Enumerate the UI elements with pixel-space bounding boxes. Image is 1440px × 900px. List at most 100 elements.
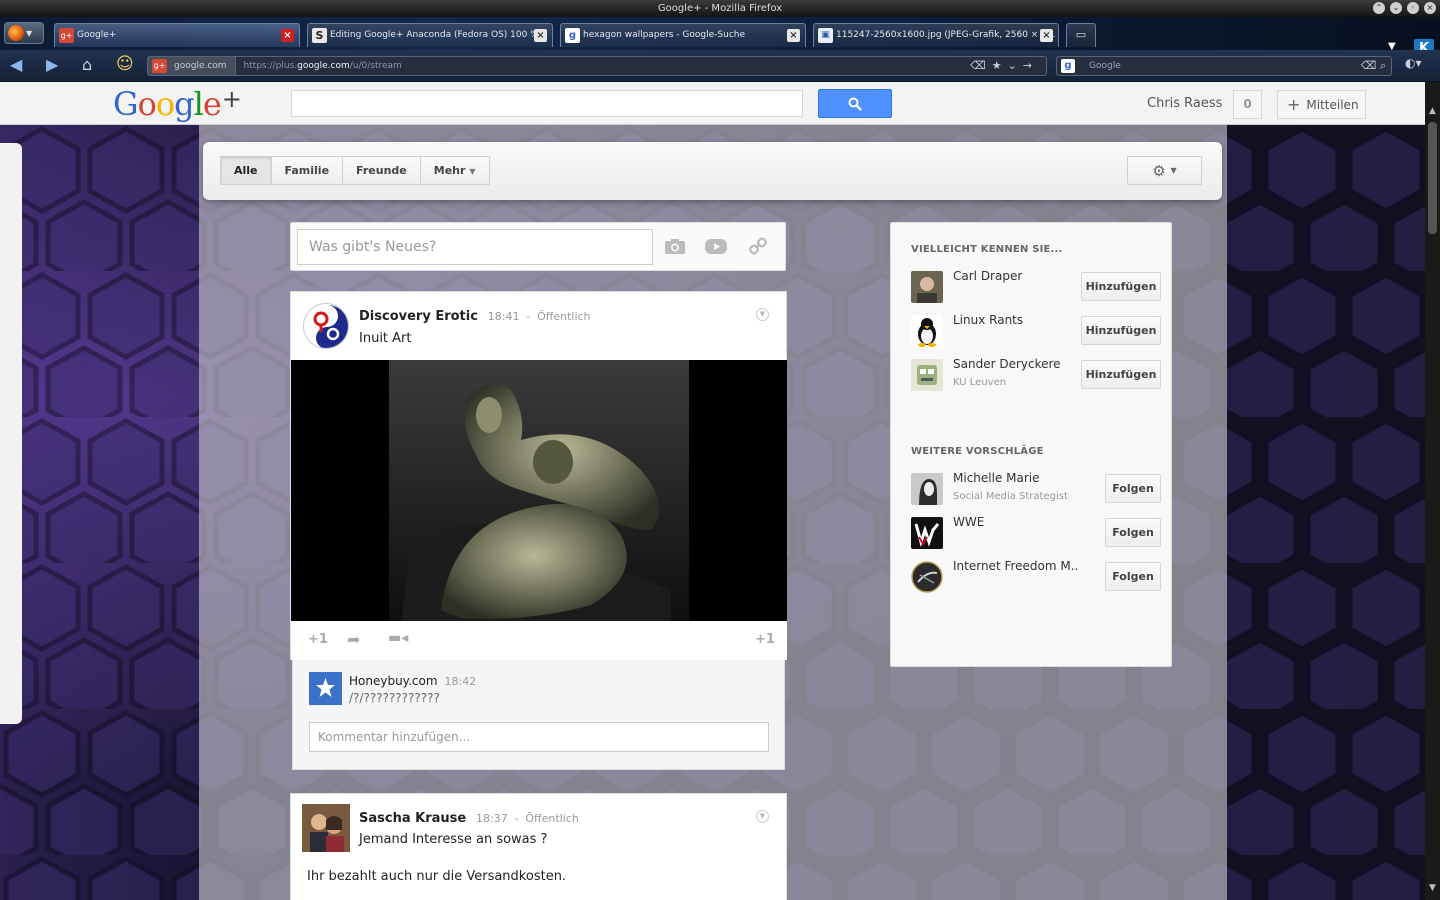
window-shade-icon[interactable]: ⌃ [1373, 2, 1385, 14]
share-button[interactable]: + Mitteilen [1277, 90, 1366, 119]
post-visibility[interactable]: Öffentlich [525, 812, 578, 825]
avatar[interactable] [911, 473, 943, 505]
web-search-box[interactable]: g Google ⌫ ⌕ [1056, 56, 1392, 76]
suggestion-name[interactable]: Michelle Marie [953, 471, 1078, 485]
add-to-circles-button[interactable]: Hinzufügen [1081, 316, 1161, 345]
scroll-down-icon[interactable]: ▼ [1425, 881, 1440, 896]
share-box: Was gibt's Neues? [290, 222, 786, 271]
go-arrow-icon[interactable]: → [1023, 59, 1038, 72]
scroll-up-icon[interactable]: ▲ [1425, 104, 1440, 119]
comments-section: Honeybuy.com 18:42 /?/???????????? Kommen… [292, 660, 785, 770]
post-time[interactable]: 18:41 [488, 310, 520, 323]
firefox-menu-button[interactable]: ▼ [4, 22, 44, 44]
comment-author[interactable]: Honeybuy.com [349, 674, 438, 688]
url-prefix: https://plus. [243, 61, 298, 71]
filter-alle[interactable]: Alle [220, 156, 272, 185]
post-time[interactable]: 18:37 [476, 812, 508, 825]
close-icon[interactable]: × [787, 29, 800, 42]
navigation-toolbar: ◀ ▶ ⌂ ☺ g+ google.com https://plus.googl… [0, 50, 1440, 82]
suggestion-name[interactable]: Carl Draper [953, 269, 1078, 283]
post-menu-chevron-icon[interactable]: ▼ [756, 308, 769, 321]
avatar[interactable] [309, 672, 342, 705]
url-bar[interactable]: g+ google.com https://plus.google.com/u/… [147, 56, 1047, 76]
share-arrow-icon[interactable]: ➦ [347, 630, 360, 649]
stream-filter-bar: Alle Familie Freunde Mehr ▼ ⚙ ▼ [203, 142, 1222, 200]
window-controls: ⌃ ⌄ ◦ × [1373, 2, 1436, 14]
tab-hexagon-search[interactable]: g hexagon wallpapers - Google-Suche × [560, 23, 806, 47]
add-to-circles-button[interactable]: Hinzufügen [1081, 360, 1161, 389]
google-plus-icon: g+ [152, 59, 167, 73]
history-dropdown-icon[interactable]: ⌄ [1008, 59, 1023, 72]
suggestion-name[interactable]: Sander Deryckere [953, 357, 1078, 371]
filter-freunde[interactable]: Freunde [342, 156, 421, 185]
close-icon[interactable]: × [1040, 29, 1053, 42]
tab-jpeg-image[interactable]: ▣ 115247-2560x1600.jpg (JPEG-Grafik, 256… [813, 23, 1059, 47]
link-icon[interactable] [749, 237, 767, 255]
close-icon[interactable]: × [281, 29, 294, 42]
tab-editing-anaconda[interactable]: S Editing Google+ Anaconda (Fedora OS) 1… [307, 23, 553, 47]
add-to-circles-button[interactable]: Hinzufügen [1081, 272, 1161, 301]
user-name-link[interactable]: Chris Raess [1147, 96, 1222, 111]
tab-label: hexagon wallpapers - Google-Suche [583, 30, 746, 40]
suggestion-name[interactable]: Linux Rants [953, 313, 1078, 327]
window-close-icon[interactable]: × [1424, 2, 1436, 14]
post-visibility[interactable]: Öffentlich [537, 310, 590, 323]
tab-label: Google+ [77, 30, 117, 40]
suggestion-name[interactable]: WWE [953, 515, 1078, 529]
post-meta-separator: - [514, 812, 519, 825]
search-magnifier-icon[interactable]: ⌫ ⌕ [1361, 57, 1386, 75]
add-comment-input[interactable]: Kommentar hinzufügen... [309, 722, 769, 752]
notification-count-button[interactable]: 0 [1233, 90, 1262, 119]
avatar[interactable] [303, 303, 349, 349]
filter-mehr-label: Mehr [433, 164, 466, 177]
share-status-input[interactable]: Was gibt's Neues? [297, 229, 653, 265]
avatar[interactable] [911, 271, 943, 303]
video-icon[interactable] [704, 238, 728, 255]
window-minimize-icon[interactable]: ⌄ [1390, 2, 1402, 14]
stream-settings-button[interactable]: ⚙ ▼ [1127, 156, 1202, 185]
suggestion-name[interactable]: Internet Freedom M... [953, 559, 1078, 573]
post-author[interactable]: Discovery Erotic [359, 309, 478, 324]
gplus-header: Google+ Chris Raess 0 + Mitteilen [0, 82, 1425, 125]
follow-button[interactable]: Folgen [1105, 474, 1161, 503]
window-maximize-icon[interactable]: ◦ [1407, 2, 1419, 14]
post-author[interactable]: Sascha Krause [359, 811, 466, 826]
plus-one-count[interactable]: +1 [755, 632, 775, 647]
camera-icon[interactable] [664, 238, 686, 255]
bookmark-star-icon[interactable]: ★ [992, 59, 1008, 72]
cartoon-avatar-icon [911, 359, 943, 391]
window-titlebar: Google+ - Mozilla Firefox ⌃ ⌄ ◦ × [0, 0, 1440, 17]
gplus-search-input[interactable] [291, 90, 803, 117]
filter-mehr[interactable]: Mehr ▼ [419, 156, 490, 185]
tab-groups-button[interactable]: ▭ [1066, 23, 1096, 47]
gplus-search-button[interactable] [818, 89, 892, 118]
suggestions-more-title: WEITERE VORSCHLÄGE [911, 446, 1044, 457]
filter-familie[interactable]: Familie [270, 156, 344, 185]
avatar[interactable] [911, 517, 943, 549]
hangout-video-icon[interactable]: ▬◂ [388, 630, 408, 646]
addon-icon[interactable]: ◐▾ [1405, 56, 1422, 70]
post-image[interactable] [291, 360, 787, 621]
back-arrow-icon[interactable]: ◀ [10, 55, 22, 74]
forward-arrow-icon[interactable]: ▶ [46, 55, 58, 74]
scrollbar-thumb[interactable] [1428, 122, 1437, 234]
google-plus-logo[interactable]: Google+ [113, 85, 242, 123]
page-scrollbar[interactable]: ▲ ▼ [1425, 82, 1440, 900]
avatar[interactable] [302, 804, 350, 852]
follow-button[interactable]: Folgen [1105, 562, 1161, 591]
tab-groups-icon: ▭ [1075, 28, 1087, 41]
post-text: Inuit Art [359, 331, 412, 346]
avatar[interactable] [911, 561, 943, 593]
clear-icon[interactable]: ⌫ [970, 59, 992, 72]
plus-one-button[interactable]: +1 [308, 632, 328, 647]
avatar[interactable] [911, 315, 943, 347]
addon-smiley-icon[interactable]: ☺ [116, 54, 134, 74]
avatar[interactable] [911, 359, 943, 391]
post-menu-chevron-icon[interactable]: ▼ [756, 810, 769, 823]
follow-button[interactable]: Folgen [1105, 518, 1161, 547]
tab-google-plus[interactable]: g+ Google+ × [54, 23, 300, 47]
close-icon[interactable]: × [534, 29, 547, 42]
home-icon[interactable]: ⌂ [82, 55, 92, 74]
site-identity-button[interactable]: g+ google.com [148, 57, 236, 75]
comment-text: /?/???????????? [349, 691, 440, 705]
